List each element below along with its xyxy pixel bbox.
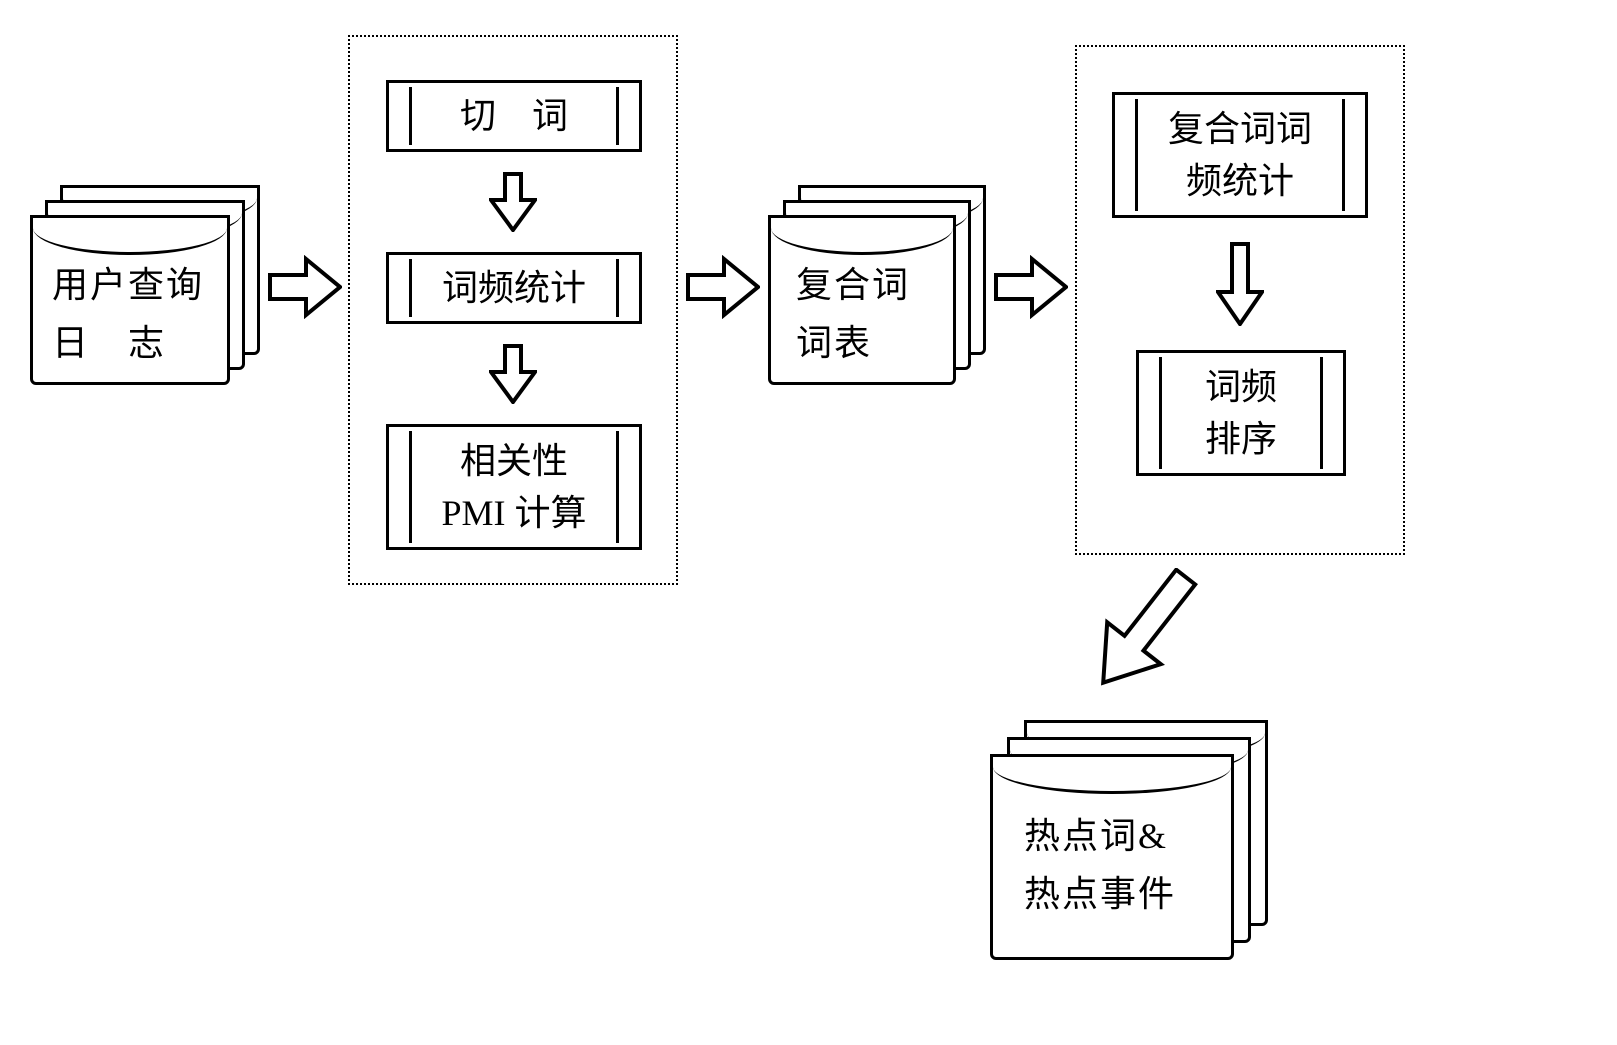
proc-word-freq-label: 词频统计 (442, 262, 586, 314)
proc-rank: 词频 排序 (1136, 350, 1346, 476)
input-doc-stack: 用户查询 日 志 (30, 185, 260, 385)
proc-compound-freq-line1: 复合词词 (1168, 103, 1312, 155)
arrow-segment-to-freq (489, 172, 537, 232)
output-doc-stack: 热点词& 热点事件 (990, 720, 1270, 960)
input-doc-label: 用户查询 日 志 (52, 257, 204, 372)
proc-rank-line1: 词频 (1205, 361, 1277, 413)
proc-pmi-line1: 相关性 (441, 435, 586, 487)
compound-doc-stack: 复合词 词表 (768, 185, 988, 385)
arrow-compound-to-box2 (994, 255, 1068, 319)
proc-segment-label: 切 词 (460, 90, 568, 142)
compound-doc-line1: 复合词 (796, 257, 910, 315)
compound-doc-label: 复合词 词表 (796, 257, 910, 372)
compound-doc-line2: 词表 (796, 315, 910, 373)
output-doc-line1: 热点词& (1024, 808, 1176, 866)
output-doc-line2: 热点事件 (1024, 866, 1176, 924)
proc-compound-freq-line2: 频统计 (1168, 155, 1312, 207)
proc-word-freq: 词频统计 (386, 252, 642, 324)
arrow-box1-to-compound (686, 255, 760, 319)
arrow-box2-to-output (1072, 568, 1212, 698)
output-doc-label: 热点词& 热点事件 (1024, 808, 1176, 923)
proc-segment: 切 词 (386, 80, 642, 152)
diagram-canvas: 用户查询 日 志 切 词 词频统计 相关性 PMI 计算 (0, 0, 1617, 1045)
arrow-compound-to-sort (1216, 242, 1264, 326)
arrow-input-to-box1 (268, 255, 342, 319)
proc-rank-line2: 排序 (1205, 413, 1277, 465)
proc-compound-freq: 复合词词 频统计 (1112, 92, 1368, 218)
input-doc-line2: 日 志 (52, 315, 204, 373)
arrow-freq-to-pmi (489, 344, 537, 404)
proc-pmi-line2: PMI 计算 (441, 487, 586, 539)
proc-pmi: 相关性 PMI 计算 (386, 424, 642, 550)
input-doc-line1: 用户查询 (52, 257, 204, 315)
